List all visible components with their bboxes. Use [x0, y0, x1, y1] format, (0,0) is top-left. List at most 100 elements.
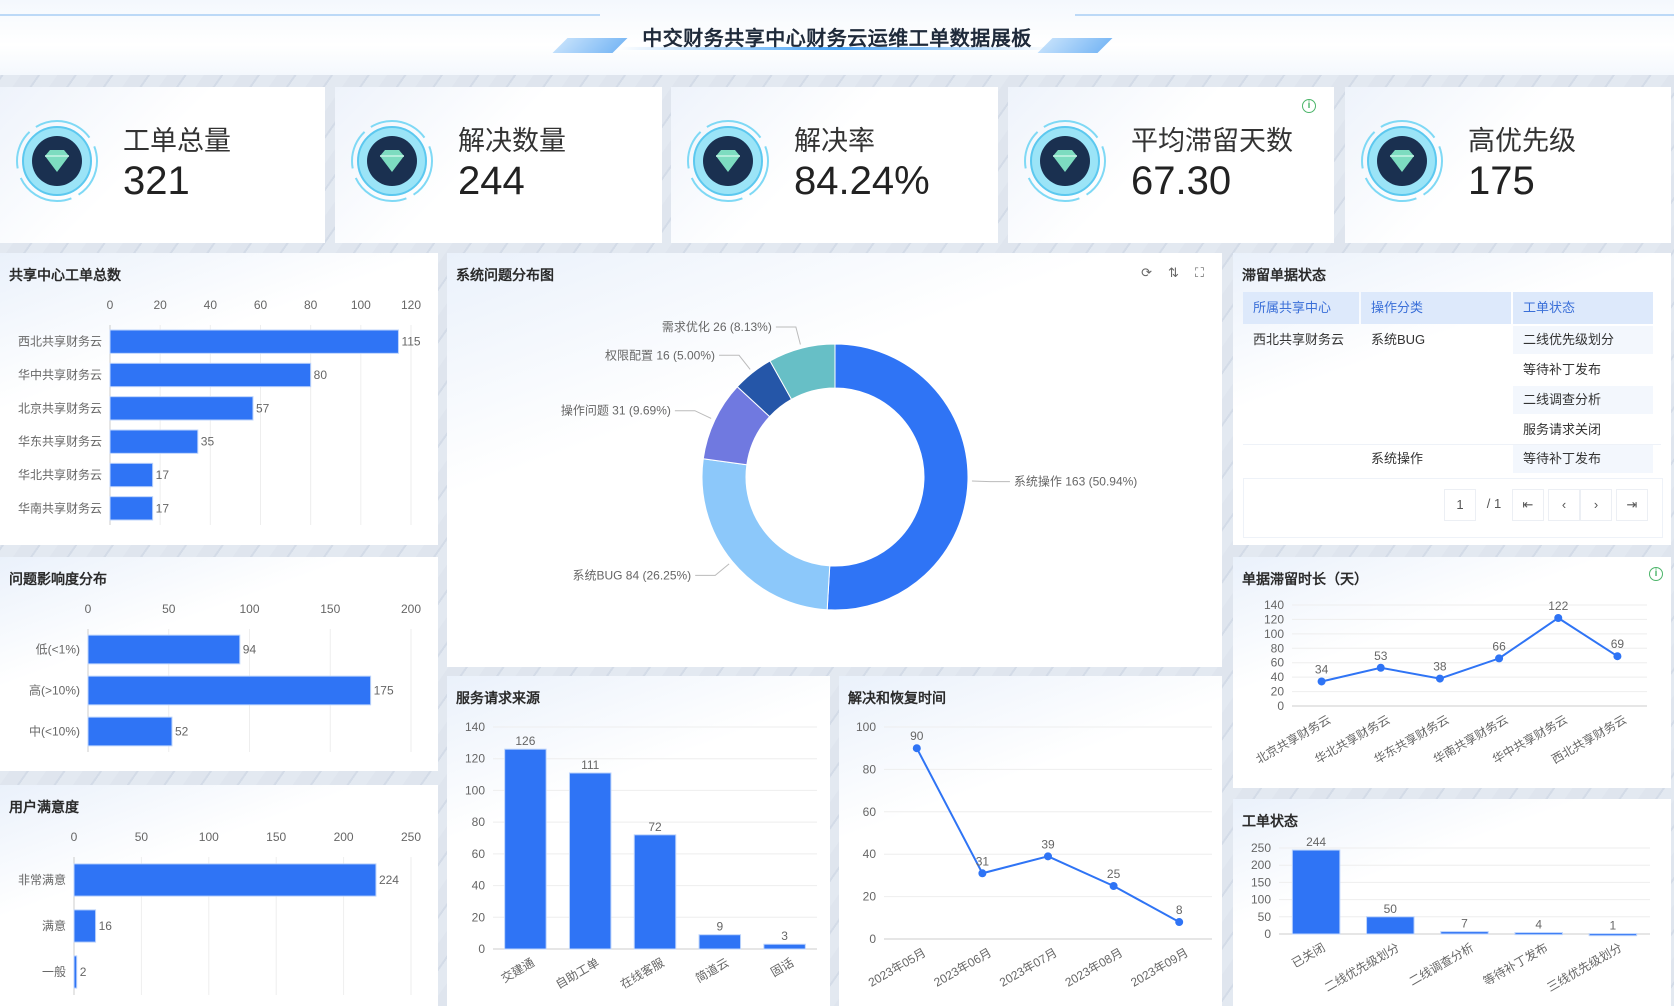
x-tick-label: 100 [351, 298, 371, 312]
bar [87, 716, 173, 747]
table-row: 西北共享财务云 系统BUG 二线优先级划分 等待补丁发布 二线调查分析 服务请求… [1243, 324, 1661, 444]
stay-status-table: 所属共享中心 操作分类 工单状态 西北共享财务云 系统BUG 二线优先级划分 等… [1243, 292, 1661, 476]
x-tick-label: 100 [239, 602, 259, 616]
kpi-value: 321 [123, 159, 190, 203]
data-point [1044, 852, 1052, 861]
x-tick-label: 150 [266, 830, 286, 844]
data-label: 115 [401, 335, 420, 349]
label-line [674, 410, 712, 419]
y-tick-label: 满意 [42, 918, 66, 933]
kpi-label: 解决率 [794, 126, 875, 156]
bar [1440, 931, 1489, 935]
data-label: 9 [716, 920, 723, 934]
kpi-value: 175 [1468, 159, 1535, 203]
data-label: 17 [156, 468, 170, 482]
panel-status: 工单状态 0 50 100 150 200 250 已关闭 二线优先级划分 二线调查分析 等待补丁… [1233, 799, 1671, 1006]
x-tick-label: 2023年09月 [1128, 945, 1190, 989]
pie-slice [701, 458, 831, 611]
panel-source: 服务请求来源 0 20 40 60 80 100 120 140 交建通 自助工单 在线客服 简道云固… [447, 676, 830, 1006]
bar [73, 955, 78, 989]
kpi-card: 解决率 84.24% [671, 87, 998, 243]
data-label: 39 [1041, 837, 1055, 851]
data-label: 94 [243, 643, 257, 657]
bar [1514, 932, 1563, 936]
table-cell-status: 等待补丁发布 [1513, 445, 1653, 473]
data-label: 53 [1374, 649, 1388, 663]
table-cell-center: 西北共享财务云 [1253, 332, 1345, 347]
data-label: 122 [1548, 599, 1568, 613]
x-tick-label: 120 [401, 298, 421, 312]
x-tick-label: 2023年05月 [866, 945, 928, 989]
data-label: 72 [648, 820, 662, 834]
info-icon[interactable]: i [1302, 99, 1316, 113]
data-point [978, 869, 987, 878]
column-header[interactable]: 操作分类 [1361, 292, 1511, 324]
prev-page-button[interactable]: ‹ [1548, 489, 1580, 521]
x-tick-label: 2023年06月 [931, 945, 993, 989]
page-title: 中交财务共享中心财务云运维工单数据展板 [642, 28, 1032, 50]
x-tick-label: 2023年07月 [997, 945, 1059, 989]
y-tick-label: 一般 [42, 964, 66, 979]
kpi-card: 工单总量 321 [0, 87, 325, 243]
data-label: 126 [515, 734, 535, 748]
first-page-button[interactable]: ⇤ [1512, 489, 1544, 521]
x-tick-label: 交建通 [498, 955, 537, 986]
data-label: 34 [1315, 662, 1329, 676]
y-tick-label: 北京共享财务云 [18, 400, 102, 415]
y-tick-label: 200 [1251, 858, 1271, 872]
panel-stay: 单据滞留时长（天） i 0 20 40 60 80 100 120 140 北京共享财务云 华北共… [1233, 557, 1671, 788]
y-tick-label: 150 [1251, 875, 1271, 889]
bar [1291, 849, 1341, 935]
pie-label: 需求优化 26 (8.13%) [662, 320, 772, 334]
x-tick-label: 20 [153, 298, 167, 312]
diamond-icon [1023, 119, 1107, 203]
table-cell-status: 二线优先级划分 [1513, 326, 1653, 354]
y-tick-label: 40 [863, 847, 877, 861]
x-tick-label: 已关闭 [1289, 940, 1327, 970]
column-header[interactable]: 所属共享中心 [1243, 292, 1359, 324]
table-row: 系统操作 等待补丁发布 [1243, 444, 1661, 473]
data-label: 2 [80, 965, 87, 979]
last-page-button[interactable]: ⇥ [1616, 489, 1648, 521]
data-label: 69 [1611, 637, 1625, 651]
y-tick-label: 100 [856, 720, 876, 734]
x-tick-label: 二线优先级划分 [1322, 940, 1402, 994]
y-tick-label: 低(<1%) [36, 643, 80, 657]
data-label: 244 [1306, 835, 1326, 849]
x-tick-label: 三线优先级划分 [1545, 940, 1625, 994]
x-tick-label: 100 [199, 830, 219, 844]
y-tick-label: 20 [1271, 685, 1285, 699]
data-point [1175, 918, 1184, 927]
data-label: 90 [910, 729, 924, 743]
y-tick-label: 华南共享财务云 [18, 500, 102, 515]
header-banner: 中交财务共享中心财务云运维工单数据展板 [0, 0, 1674, 75]
data-label: 50 [1384, 902, 1398, 916]
x-tick-label: 0 [71, 830, 78, 844]
x-tick-label: 80 [304, 298, 318, 312]
data-point [1376, 663, 1385, 672]
resolve-chart: 0204060801002023年05月 2023年06月 2023年07月 2023… [856, 720, 1212, 990]
panel-impact: 问题影响度分布 0 50 100 150 200 低(<1%) 94 高(>10%) 175 中(… [0, 557, 438, 771]
x-tick-label: 0 [107, 298, 114, 312]
stay-chart: 020406080100120140北京共享财务云华北共享财务云华东共享财务云华… [1253, 598, 1647, 767]
page-number-input[interactable]: 1 [1444, 489, 1476, 521]
pie-label: 系统BUG 84 (26.25%) [572, 568, 691, 582]
panel-resolve: 解决和恢复时间 0 20 40 60 80 100 2023年05月 2023年06月 2023… [839, 676, 1222, 1006]
y-tick-label: 100 [1251, 893, 1271, 907]
x-tick-label: 2023年08月 [1063, 945, 1125, 989]
y-tick-label: 50 [1258, 910, 1272, 924]
data-label: 175 [374, 684, 394, 698]
y-tick-label: 20 [863, 890, 877, 904]
table-cell-status: 等待补丁发布 [1513, 356, 1653, 384]
column-header[interactable]: 工单状态 [1513, 292, 1653, 324]
diamond-icon [1360, 119, 1444, 203]
y-tick-label: 40 [472, 879, 486, 893]
y-tick-label: 0 [869, 932, 876, 946]
x-tick-label: 简道云 [693, 955, 731, 985]
x-tick-label: 60 [254, 298, 268, 312]
next-page-button[interactable]: › [1580, 489, 1612, 521]
y-tick-label: 140 [1264, 598, 1284, 612]
x-tick-label: 250 [401, 830, 421, 844]
panel-satisfaction: 用户满意度 0 50 100 150 200 250 非常满意 224 满意 16 一般 2 [0, 785, 438, 1006]
data-label: 17 [156, 501, 170, 515]
